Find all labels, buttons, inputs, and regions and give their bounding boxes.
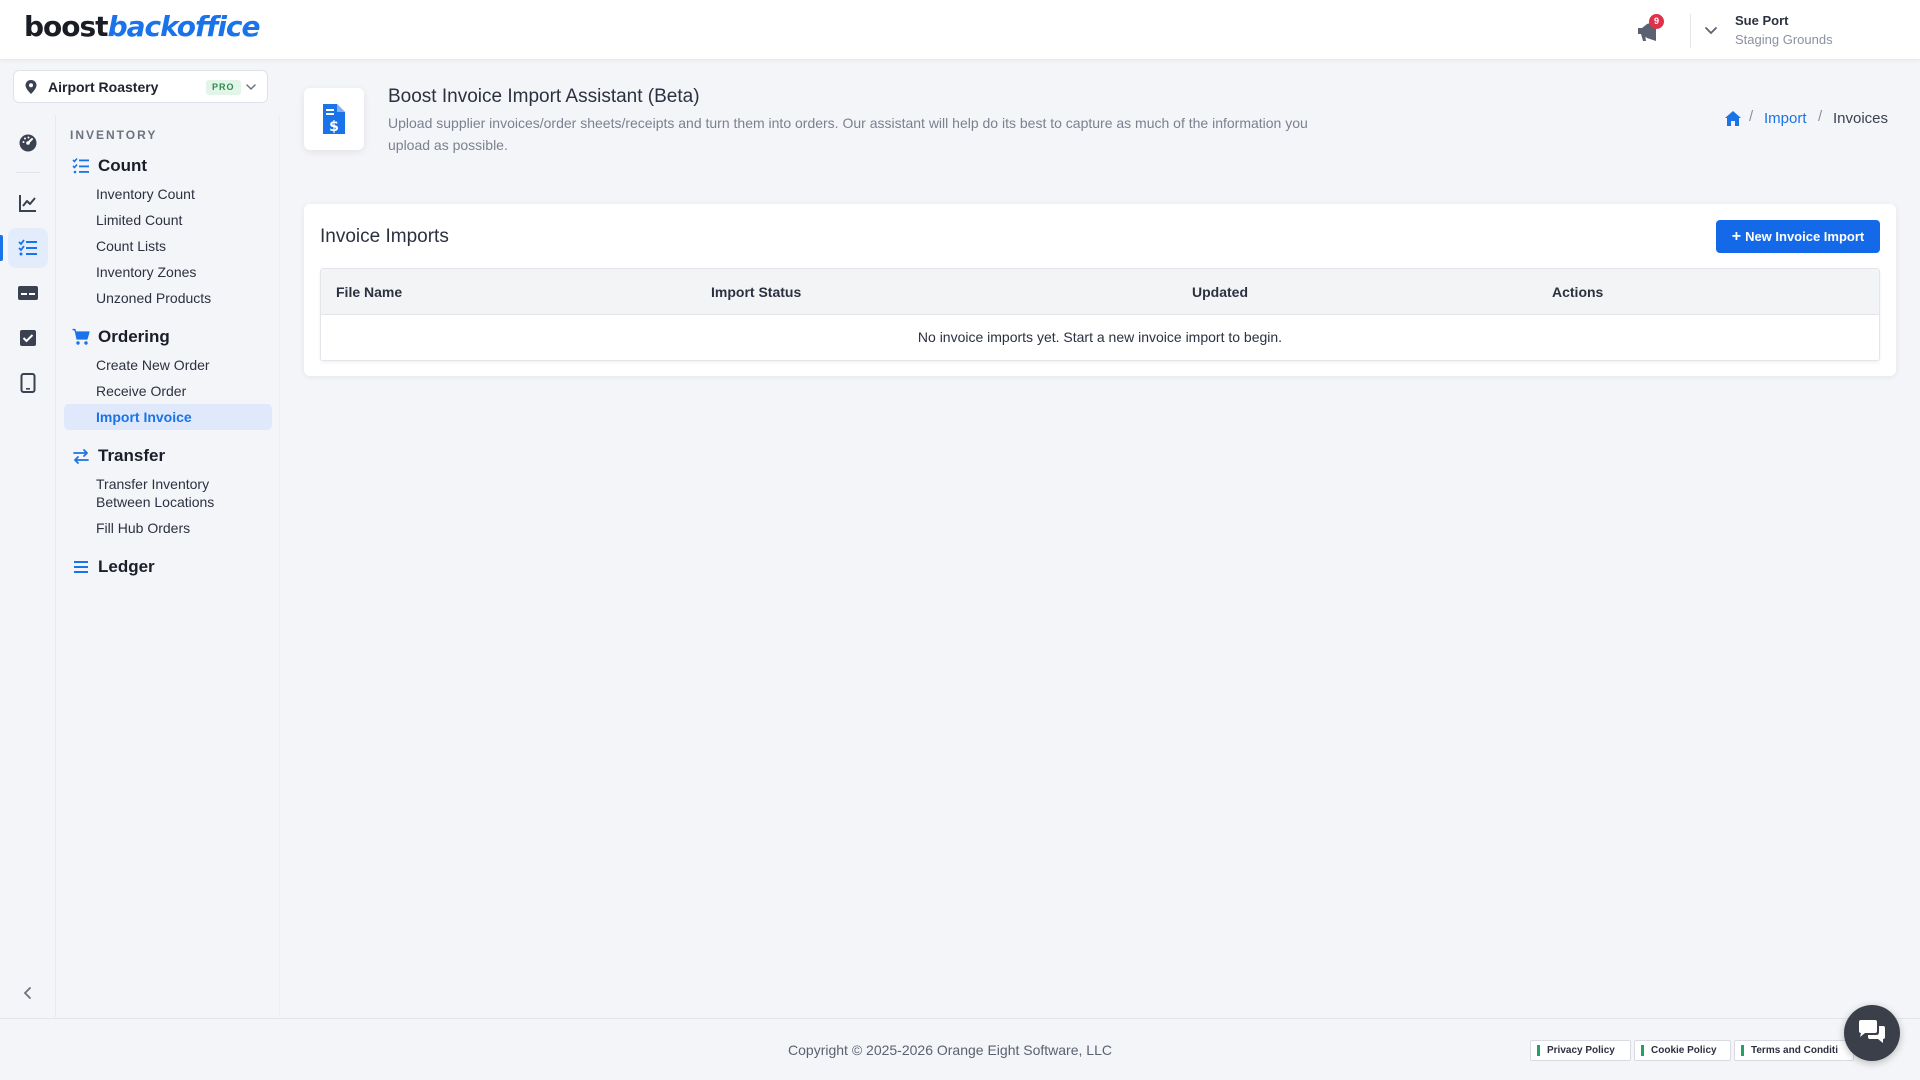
cart-icon [72,328,90,345]
rail-reports[interactable] [8,183,48,223]
column-actions: Actions [1552,284,1604,300]
menu-group-label: Ordering [98,327,170,346]
menu-item-limited-count[interactable]: Limited Count [96,211,182,229]
rail-separator [16,172,40,173]
menu-group-transfer[interactable]: Transfer [72,445,165,467]
menu-item-transfer-inventory[interactable]: Transfer Inventory Between Locations [96,475,246,511]
chart-icon [19,195,36,212]
rail-tasks[interactable] [8,318,48,358]
policy-marker [1537,1045,1540,1056]
breadcrumb-current: Invoices [1833,110,1889,127]
checklist-icon [72,157,89,174]
rail-dashboard[interactable] [8,123,48,163]
invoice-dollar-icon: $ [323,104,345,135]
card-icon [18,286,38,300]
tablet-icon [20,373,36,393]
chat-bubbles-icon [1859,1020,1885,1043]
menu-item-create-new-order[interactable]: Create New Order [96,356,210,374]
menu-item-import-invoice[interactable]: Import Invoice [96,408,192,426]
breadcrumb-import-link[interactable]: Import [1764,110,1807,127]
plus-icon: + [1731,227,1742,245]
invoice-imports-card: Invoice Imports + New Invoice Import Fil… [304,204,1896,376]
page-description: Upload supplier invoices/order sheets/re… [388,115,1308,153]
header-divider [1690,14,1691,48]
menu-item-count-lists[interactable]: Count Lists [96,237,166,255]
page-title: Boost Invoice Import Assistant (Beta) [388,86,700,107]
icon-rail [0,115,56,1017]
menu-group-ledger[interactable]: Ledger [72,556,155,578]
chat-launcher-button[interactable] [1844,1005,1900,1061]
cookie-policy-label: Cookie Policy [1651,1045,1717,1056]
policy-marker [1641,1045,1644,1056]
menu-item-unzoned-products[interactable]: Unzoned Products [96,289,211,307]
table-empty-message: No invoice imports yet. Start a new invo… [917,329,1283,345]
column-updated[interactable]: Updated [1192,284,1248,300]
terms-and-conditions-link[interactable]: Terms and Conditi [1734,1040,1854,1061]
column-file-name[interactable]: File Name [336,284,402,300]
notification-badge: 9 [1649,14,1664,29]
top-bar: boostbackoffice 9 Sue Port Staging Groun… [0,0,1920,60]
chevron-down-icon[interactable] [1703,22,1719,38]
menu-item-inventory-zones[interactable]: Inventory Zones [96,263,196,281]
home-icon[interactable] [1724,110,1742,127]
rail-active-indicator [0,235,3,261]
collapse-sidebar-icon[interactable] [20,985,36,1001]
menu-group-label: Ledger [98,557,155,576]
transfer-icon [73,449,89,464]
policy-marker [1741,1045,1744,1056]
menu-item-inventory-count[interactable]: Inventory Count [96,185,195,203]
menu-group-label: Count [98,156,148,175]
location-name: Airport Roastery [48,79,159,95]
column-import-status[interactable]: Import Status [711,284,801,300]
logo-part-boost: boost [24,10,109,43]
rail-devices[interactable] [8,363,48,403]
menu-item-receive-order[interactable]: Receive Order [96,382,186,400]
new-invoice-import-button[interactable]: + New Invoice Import [1716,220,1880,253]
logo-part-backoffice: backoffice [107,10,261,43]
privacy-policy-label: Privacy Policy [1547,1045,1615,1056]
breadcrumb-separator: / [1818,108,1823,125]
menu-group-count[interactable]: Count [72,155,147,177]
menu-group-ordering[interactable]: Ordering [72,326,170,348]
brand-logo[interactable]: boostbackoffice [24,10,261,43]
user-subtitle: Staging Grounds [1735,32,1833,47]
rail-inventory[interactable] [8,228,48,268]
menu-item-fill-hub-orders[interactable]: Fill Hub Orders [96,519,190,537]
inventory-menu: INVENTORY Count Inventory Count Limited … [56,115,280,1017]
menu-heading: INVENTORY [70,128,158,142]
user-name[interactable]: Sue Port [1735,13,1788,28]
cookie-policy-link[interactable]: Cookie Policy [1634,1040,1731,1061]
checkbox-icon [20,330,36,346]
svg-text:$: $ [329,119,339,135]
breadcrumb-separator: / [1749,108,1754,125]
card-title: Invoice Imports [320,226,449,247]
dashboard-icon [19,134,37,152]
menu-group-label: Transfer [98,446,166,465]
footer: Copyright © 2025-2026 Orange Eight Softw… [0,1018,1920,1080]
location-selector[interactable]: Airport Roastery PRO [13,70,268,103]
chevron-down-icon [246,84,256,91]
checklist-icon [18,239,37,256]
list-icon [74,561,88,573]
new-invoice-import-label: New Invoice Import [1745,229,1865,244]
map-pin-icon [25,80,37,94]
invoice-document-tile: $ [304,88,364,150]
terms-label: Terms and Conditi [1751,1045,1839,1056]
privacy-policy-link[interactable]: Privacy Policy [1530,1040,1631,1061]
table-header: File Name Import Status Updated Actions [321,269,1879,315]
rail-cards[interactable] [8,273,48,313]
plan-badge: PRO [206,80,241,95]
invoice-imports-table: File Name Import Status Updated Actions … [320,268,1880,361]
